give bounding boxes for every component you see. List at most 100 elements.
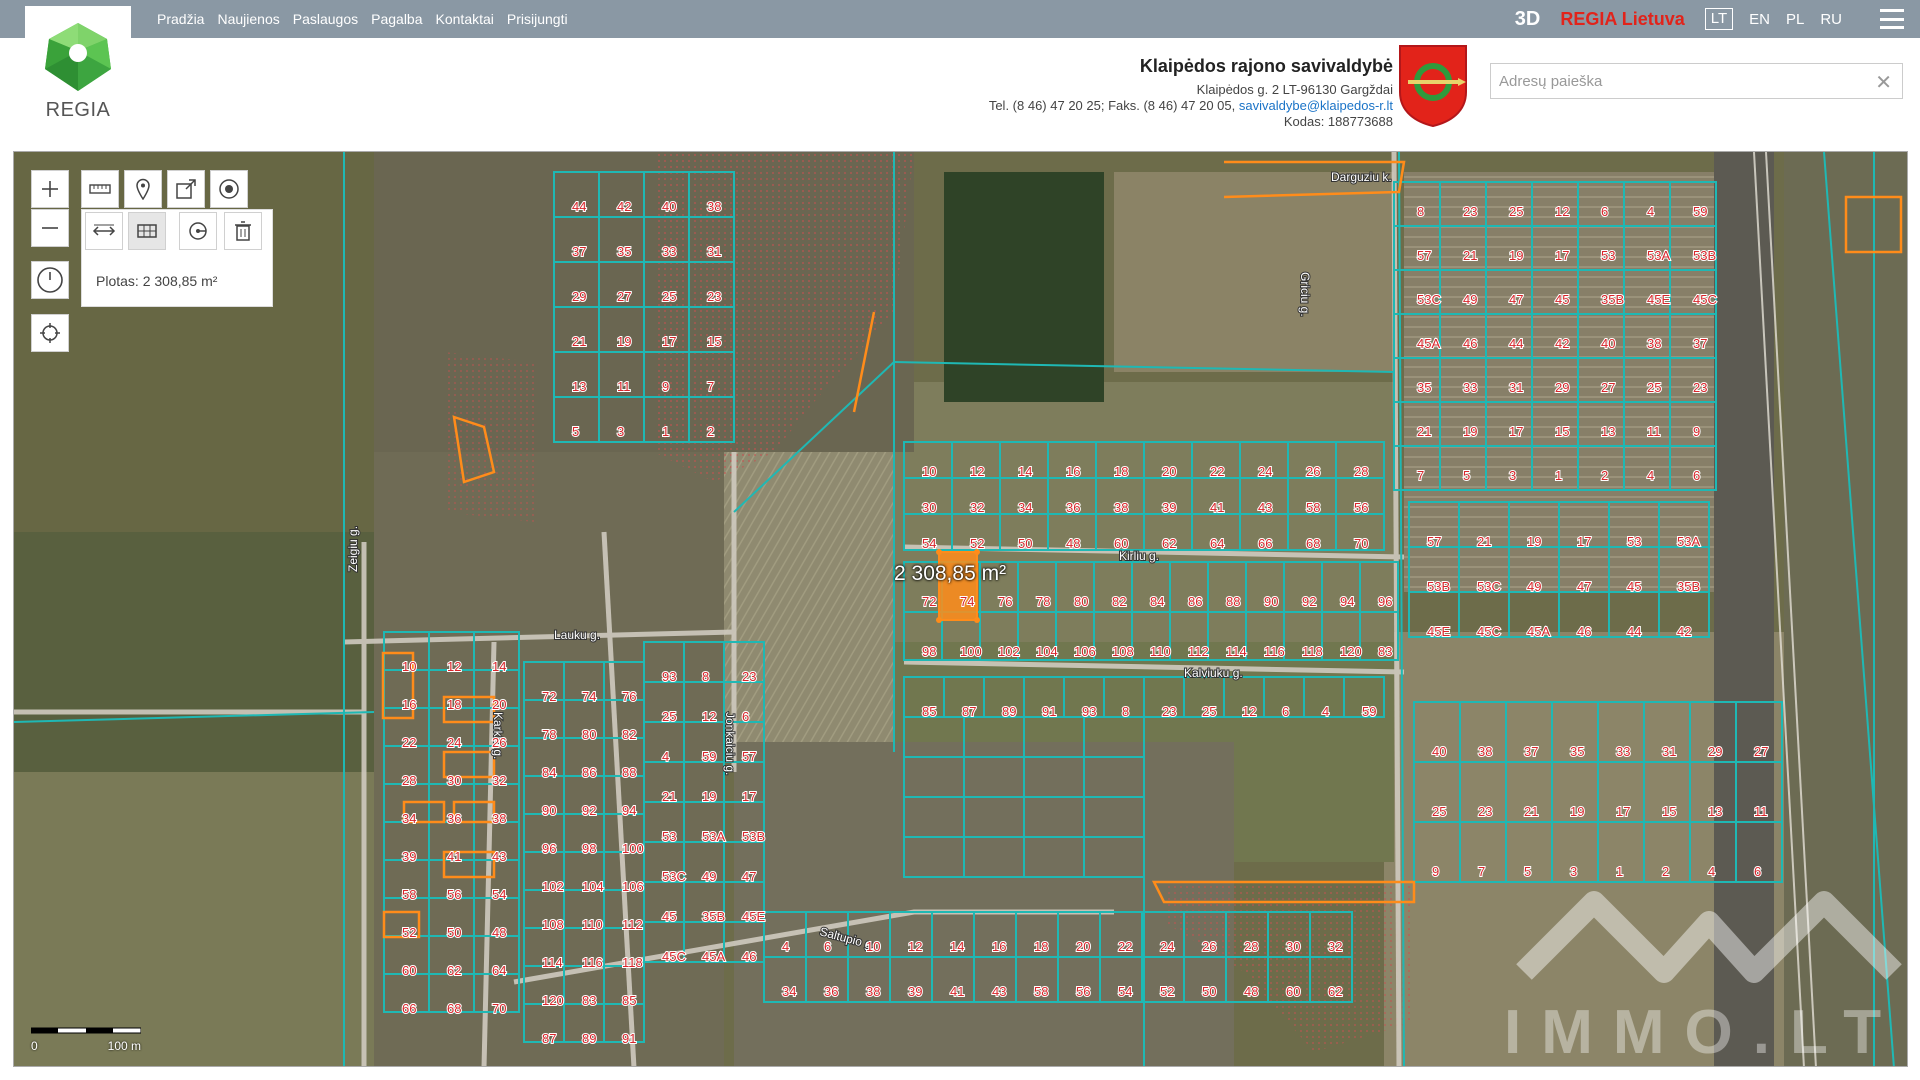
parcel-number: 85 (622, 993, 636, 1008)
parcel-number: 2 (1601, 468, 1608, 483)
parcel-number: 58 (1306, 500, 1320, 515)
parcel-number: 16 (1066, 464, 1080, 479)
address-search: ✕ (1490, 63, 1903, 99)
nav-pradzia[interactable]: Pradžia (157, 11, 204, 27)
parcel-number: 66 (1258, 536, 1272, 551)
parcel-number: 98 (582, 841, 596, 856)
address-search-input[interactable] (1491, 64, 1877, 98)
nav-naujienos[interactable]: Naujienos (217, 11, 279, 27)
history-button[interactable] (31, 261, 69, 299)
parcel-number: 91 (622, 1031, 636, 1046)
parcel-number: 62 (1162, 536, 1176, 551)
parcel-number: 48 (492, 925, 506, 940)
marker-tool-button[interactable] (124, 170, 162, 208)
measure-distance-button[interactable] (85, 212, 123, 250)
parcel-number: 82 (1112, 594, 1126, 609)
parcel-number: 26 (1306, 464, 1320, 479)
parcel-number: 1 (662, 424, 669, 439)
measure-radius-button[interactable] (179, 212, 217, 250)
parcel-number: 41 (447, 849, 461, 864)
regia-lietuva-link[interactable]: REGIA Lietuva (1560, 9, 1684, 30)
parcel-number: 39 (1162, 500, 1176, 515)
parcel-number: 76 (622, 689, 636, 704)
parcel-number: 91 (1042, 704, 1056, 719)
map-canvas[interactable]: Kirliu g. Kalviuku g. Lauku g. Karklu g.… (13, 151, 1908, 1067)
measure-area-button[interactable] (128, 212, 166, 250)
parcel-number: 68 (1306, 536, 1320, 551)
parcel-number: 16 (992, 939, 1006, 954)
parcel-number: 45 (662, 909, 676, 924)
parcel-number: 89 (582, 1031, 596, 1046)
share-button[interactable] (167, 170, 205, 208)
parcel-number: 17 (662, 334, 676, 349)
nav-kontaktai[interactable]: Kontaktai (436, 11, 494, 27)
parcel-number: 23 (1693, 380, 1707, 395)
regia-logo[interactable]: REGIA (25, 6, 131, 134)
parcel-number: 45A (702, 949, 725, 964)
zoom-in-button[interactable] (31, 170, 69, 208)
scale-bar-graphic (30, 1027, 142, 1034)
parcel-number: 40 (1432, 744, 1446, 759)
menu-icon[interactable] (1880, 9, 1904, 29)
nav-paslaugos[interactable]: Paslaugos (293, 11, 358, 27)
target-button[interactable] (210, 170, 248, 208)
parcel-number: 21 (1417, 424, 1431, 439)
parcel-number: 94 (1340, 594, 1354, 609)
parcel-number: 49 (702, 869, 716, 884)
radius-icon (189, 222, 207, 240)
parcel-number: 93 (1082, 704, 1096, 719)
lang-lt[interactable]: LT (1704, 8, 1734, 30)
municipality-contacts: Tel. (8 46) 47 20 25; Faks. (8 46) 47 20… (989, 98, 1393, 114)
parcel-number: 24 (1160, 939, 1174, 954)
parcel-number: 18 (1034, 939, 1048, 954)
parcel-number: 60 (1114, 536, 1128, 551)
parcel-number: 30 (922, 500, 936, 515)
nav-pagalba[interactable]: Pagalba (371, 11, 422, 27)
parcel-number: 92 (1302, 594, 1316, 609)
parcel-number: 1 (1555, 468, 1562, 483)
parcel-number: 46 (1463, 336, 1477, 351)
distance-icon (92, 224, 116, 236)
municipality-email-link[interactable]: savivaldybe@klaipedos-r.lt (1239, 98, 1393, 113)
lang-en[interactable]: EN (1749, 11, 1770, 28)
parcel-number: 8 (1417, 204, 1424, 219)
parcel-number: 58 (1034, 984, 1048, 999)
measure-tool-button[interactable] (81, 170, 119, 208)
parcel-number: 42 (1555, 336, 1569, 351)
parcel-number: 18 (1114, 464, 1128, 479)
parcel-number: 54 (922, 536, 936, 551)
parcel-number: 20 (1076, 939, 1090, 954)
zoom-out-button[interactable] (31, 209, 69, 247)
parcel-number: 22 (1118, 939, 1132, 954)
parcel-number: 45E (1427, 624, 1450, 639)
parcel-number: 23 (1463, 204, 1477, 219)
clear-search-icon[interactable]: ✕ (1875, 70, 1892, 95)
parcel-number: 96 (542, 841, 556, 856)
parcel-number: 50 (447, 925, 461, 940)
parcel-number: 6 (824, 939, 831, 954)
parcel-number: 12 (908, 939, 922, 954)
parcel-number: 36 (824, 984, 838, 999)
parcel-number: 27 (1601, 380, 1615, 395)
parcel-number: 64 (1210, 536, 1224, 551)
parcel-number: 8 (1122, 704, 1129, 719)
nav-prisijungti[interactable]: Prisijungti (507, 11, 568, 27)
parcel-number: 47 (1577, 579, 1591, 594)
parcel-number: 62 (447, 963, 461, 978)
locate-button[interactable] (31, 314, 69, 352)
parcel-number: 12 (970, 464, 984, 479)
delete-measure-button[interactable] (224, 212, 262, 250)
parcel-number: 50 (1202, 984, 1216, 999)
3d-button[interactable]: 3D (1515, 8, 1541, 31)
parcel-number: 32 (1328, 939, 1342, 954)
area-icon (137, 224, 157, 238)
street-label: Jonkaiciu g. (723, 712, 737, 775)
parcel-number: 98 (922, 644, 936, 659)
lang-pl[interactable]: PL (1786, 11, 1804, 28)
parcel-number: 45C (1477, 624, 1501, 639)
parcel-number: 10 (402, 659, 416, 674)
parcel-number: 70 (1354, 536, 1368, 551)
parcel-number: 48 (1244, 984, 1258, 999)
lang-ru[interactable]: RU (1820, 11, 1842, 28)
parcel-number: 7 (1478, 864, 1485, 879)
